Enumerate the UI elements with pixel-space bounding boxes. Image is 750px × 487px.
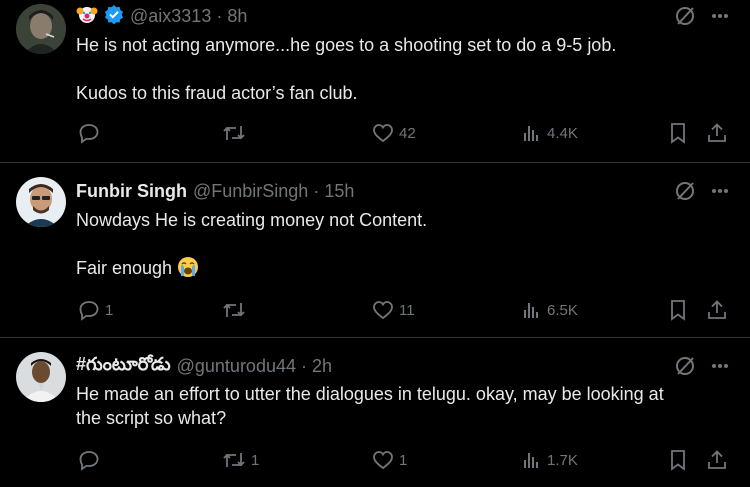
tweet-text: Nowdays He is creating money not Content… xyxy=(76,208,726,280)
tweet-top-icons xyxy=(674,180,730,207)
tweet-text: He made an effort to utter the dialogues… xyxy=(76,382,726,430)
bookmark-icon xyxy=(671,123,685,144)
grok-icon[interactable] xyxy=(674,355,696,382)
tweet-top-icons xyxy=(674,5,730,32)
view-count: 4.4K xyxy=(547,124,578,142)
more-icon[interactable] xyxy=(710,6,730,31)
like-button[interactable]: 1 xyxy=(372,448,407,472)
more-icon[interactable] xyxy=(710,181,730,206)
avatar[interactable] xyxy=(16,4,66,54)
tweet-line: He made an effort to utter the dialogues… xyxy=(76,384,664,404)
tweet-text: He is not acting anymore...he goes to a … xyxy=(76,33,726,105)
views-icon xyxy=(524,126,538,141)
tweet-line-with-emoji: Fair enough xyxy=(76,256,726,280)
like-count: 1 xyxy=(399,451,408,469)
share-icon xyxy=(708,300,726,319)
retweet-icon xyxy=(223,303,245,317)
clown-emoji-icon xyxy=(76,3,98,30)
display-name[interactable]: #గుంటూరోడు xyxy=(76,354,171,379)
retweet-count: 1 xyxy=(251,451,260,469)
views-icon xyxy=(524,303,538,318)
reply-button[interactable] xyxy=(78,448,105,472)
reply-icon xyxy=(79,451,99,471)
grok-icon[interactable] xyxy=(674,5,696,32)
action-bar: 1 11 6.5K xyxy=(76,298,734,322)
views-button[interactable]: 4.4K xyxy=(522,121,578,145)
action-bar: 1 1 1.7K xyxy=(76,448,734,472)
tweet-line: He is not acting anymore...he goes to a … xyxy=(76,35,617,55)
retweet-button[interactable]: 1 xyxy=(222,448,259,472)
retweet-icon xyxy=(223,453,245,467)
retweet-icon xyxy=(223,126,245,140)
tweet-3[interactable]: #గుంటూరోడు @gunturodu44 · 2h He made an … xyxy=(0,338,750,487)
like-button[interactable]: 11 xyxy=(372,298,415,322)
reply-count: 1 xyxy=(105,301,114,319)
views-button[interactable]: 1.7K xyxy=(522,448,578,472)
bookmark-icon xyxy=(671,450,685,471)
share-icon xyxy=(708,123,726,142)
bookmark-button[interactable] xyxy=(668,448,688,472)
share-button[interactable] xyxy=(706,448,728,472)
tweet-top-icons xyxy=(674,355,730,382)
tweet-header: Funbir Singh @FunbirSingh · 15h xyxy=(76,180,354,202)
separator-dot: · xyxy=(301,355,307,376)
more-icon[interactable] xyxy=(710,356,730,381)
retweet-button[interactable] xyxy=(222,121,251,145)
views-icon xyxy=(524,453,538,468)
tweet-handle[interactable]: @aix3313 xyxy=(130,6,211,27)
tweet-time[interactable]: 8h xyxy=(227,6,247,27)
reply-button[interactable]: 1 xyxy=(78,298,113,322)
tweet-line: Kudos to this fraud actor’s fan club. xyxy=(76,83,358,103)
tweet-time[interactable]: 2h xyxy=(312,356,332,377)
like-count: 42 xyxy=(399,124,416,142)
tweet-time[interactable]: 15h xyxy=(324,181,354,202)
share-icon xyxy=(708,450,726,469)
view-count: 6.5K xyxy=(547,301,578,319)
bookmark-button[interactable] xyxy=(668,121,688,145)
reply-button[interactable] xyxy=(78,121,105,145)
bookmark-icon xyxy=(671,300,685,321)
reply-icon xyxy=(79,124,99,144)
share-button[interactable] xyxy=(706,298,728,322)
tweet-handle[interactable]: @gunturodu44 xyxy=(177,356,296,377)
bookmark-button[interactable] xyxy=(668,298,688,322)
heart-icon xyxy=(373,124,393,143)
reply-icon xyxy=(79,301,99,321)
grok-icon[interactable] xyxy=(674,180,696,207)
action-bar: 42 4.4K xyxy=(76,121,734,145)
tweet-header: @aix3313 · 8h xyxy=(76,3,247,30)
tweet-handle[interactable]: @FunbirSingh xyxy=(193,181,308,202)
heart-icon xyxy=(373,301,393,320)
separator-dot: · xyxy=(313,180,320,201)
tweet-2[interactable]: Funbir Singh @FunbirSingh · 15h Nowdays … xyxy=(0,163,750,337)
views-button[interactable]: 6.5K xyxy=(522,298,578,322)
tweet-header: #గుంటూరోడు @gunturodu44 · 2h xyxy=(76,354,332,379)
view-count: 1.7K xyxy=(547,451,578,469)
avatar[interactable] xyxy=(16,177,66,227)
share-button[interactable] xyxy=(706,121,728,145)
avatar[interactable] xyxy=(16,352,66,402)
separator-dot: · xyxy=(216,5,223,26)
display-name[interactable]: Funbir Singh xyxy=(76,181,187,202)
tweet-1[interactable]: @aix3313 · 8h He is not acting anymore..… xyxy=(0,0,750,162)
verified-badge-icon xyxy=(104,4,124,29)
tweet-line: Nowdays He is creating money not Content… xyxy=(76,210,428,230)
like-button[interactable]: 42 xyxy=(372,121,416,145)
retweet-button[interactable] xyxy=(222,298,251,322)
tweet-line: the script so what? xyxy=(76,408,227,428)
crying-emoji-icon xyxy=(177,257,199,278)
heart-icon xyxy=(373,451,393,470)
tweet-line: Fair enough xyxy=(76,258,173,278)
like-count: 11 xyxy=(399,301,415,319)
